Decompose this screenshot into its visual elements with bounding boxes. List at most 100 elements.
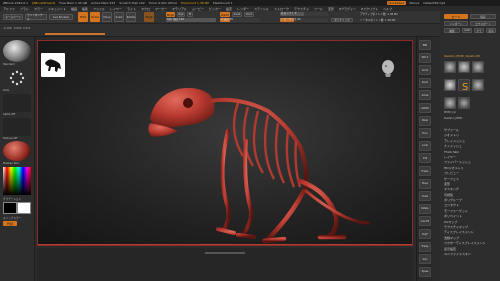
menu-item[interactable]: ヘルプ <box>383 7 392 11</box>
menu-item[interactable]: マテリアル <box>172 7 187 11</box>
menu-item[interactable]: 設定 <box>226 7 232 11</box>
menu-item[interactable]: ファイル <box>93 7 105 11</box>
export-button[interactable]: エクスポート <box>470 21 496 26</box>
bottom-shelf <box>37 248 413 281</box>
alpha-preview[interactable] <box>3 94 31 112</box>
tool-thumb-skeleton-2[interactable] <box>472 61 484 73</box>
mrgb-button[interactable]: Mrgb <box>166 12 175 17</box>
stroke-preview[interactable] <box>3 68 31 88</box>
shelf-icon-button[interactable]: Rotate <box>419 203 431 214</box>
shelf-icon-button[interactable]: SPix 3 <box>419 52 431 63</box>
menu-item[interactable]: ムービー <box>192 7 204 11</box>
shelf-icon-label: PolyF <box>422 232 428 236</box>
zcut-button[interactable]: Zcut <box>244 12 254 17</box>
menu-item[interactable]: Zプラグイン <box>339 7 356 11</box>
shelf-icon-button[interactable]: XYZ <box>419 153 431 164</box>
default-zscript[interactable]: DefaultZScript <box>423 1 445 5</box>
skeleton-model[interactable] <box>38 41 414 247</box>
tool-thumb-skeleton-3[interactable] <box>472 79 484 91</box>
m-button[interactable]: M <box>187 12 193 17</box>
menu-item[interactable]: レンダー <box>237 7 249 11</box>
menu-item[interactable]: カラー <box>34 7 43 11</box>
brush-preview[interactable] <box>3 40 31 62</box>
tool-thumb-z[interactable]: S <box>458 79 470 93</box>
live-boolean-button[interactable]: Live Boolean <box>49 14 73 20</box>
canvas-viewport[interactable] <box>37 40 413 246</box>
draw-button[interactable]: Draw <box>90 12 100 22</box>
menu-item[interactable]: ブラシ <box>20 7 29 11</box>
menus-toggle[interactable]: Menus <box>410 1 420 5</box>
menu-item[interactable]: テクスチャ <box>294 7 309 11</box>
shelf-icon-button[interactable]: Xpose <box>419 266 431 277</box>
move-button[interactable]: Move <box>102 12 112 22</box>
shelf-icon-button[interactable]: Persp <box>419 115 431 126</box>
rgb-button[interactable]: Rgb <box>177 12 185 17</box>
focal-shift-slider[interactable]: 焦点シフト 0 <box>280 12 328 16</box>
save-tool-button[interactable]: 保存 <box>470 14 496 19</box>
texture-preview[interactable] <box>3 118 31 136</box>
shelf-icon-button[interactable]: Actual <box>419 90 431 101</box>
import-button[interactable]: インポート <box>444 21 468 26</box>
tool-submenu-item[interactable]: ユニファイドスキン <box>444 252 499 257</box>
tool-thumb-simple[interactable] <box>458 61 470 73</box>
clone-button[interactable]: 複製 <box>444 28 460 33</box>
bottom-scroll-handle[interactable] <box>205 252 245 254</box>
shelf-icon-button[interactable]: BPR <box>419 40 431 50</box>
shelf-icon-button[interactable]: Solo <box>419 254 431 265</box>
menu-item[interactable]: マーカー <box>155 7 167 11</box>
menu-item[interactable]: アルファ <box>3 7 15 11</box>
scale-button[interactable]: Scale <box>114 12 124 22</box>
shelf-icon-button[interactable]: Line Fill <box>419 216 431 227</box>
color-picker[interactable] <box>3 167 31 195</box>
edit-button[interactable]: Edit <box>78 12 88 22</box>
menu-item[interactable]: レイヤー <box>110 7 122 11</box>
zsub-button[interactable]: Zsub <box>232 12 242 17</box>
rotate-button[interactable]: Rotate <box>126 12 136 22</box>
switch-color-label[interactable]: スイッチカラー <box>3 216 21 220</box>
alternate-button[interactable]: 代替 <box>3 221 17 226</box>
shelf-icon-button[interactable]: Transp <box>419 241 431 252</box>
main-color-swatch[interactable] <box>3 202 17 214</box>
rgb-intensity-slider[interactable]: Rgb 強度 100 <box>166 18 216 22</box>
quicksave-button[interactable]: QuickSave <box>386 1 406 5</box>
tool-thumb-skeleton[interactable] <box>444 61 456 73</box>
shelf-icon-button[interactable]: Floor <box>419 128 431 139</box>
tool-thumb-sphere[interactable] <box>444 79 456 91</box>
shelf-icon-button[interactable]: Local <box>419 140 431 151</box>
menu-item[interactable]: ツール <box>314 7 323 11</box>
menu-item[interactable]: ピッカー <box>209 7 221 11</box>
tool-thumb-cylinder[interactable] <box>444 97 456 109</box>
load-tool-button[interactable]: ロード <box>444 14 468 19</box>
shelf-icon-button[interactable]: Frame <box>419 166 431 176</box>
dynamic-button[interactable]: ダイナミック <box>331 18 353 22</box>
home-page-button[interactable]: ホームページ <box>3 14 23 20</box>
shelf-icon-button[interactable]: Scale <box>419 191 431 202</box>
stroke-label: Dots <box>3 89 9 92</box>
tool-thumb-skeleton-4[interactable] <box>458 97 470 109</box>
menu-item[interactable]: 変形 <box>328 7 334 11</box>
menu-item[interactable]: ドキュメント <box>48 7 66 11</box>
lightbox-button[interactable]: ライトボックス <box>25 14 47 21</box>
menu-item[interactable]: ステンシル <box>254 7 269 11</box>
all-button[interactable]: 全て <box>474 28 484 33</box>
secondary-color-swatch[interactable] <box>17 202 31 214</box>
shelf-icon-button[interactable]: PolyF <box>419 229 431 239</box>
shelf-icon-label: Scale <box>422 194 428 198</box>
shelf-icon-button[interactable]: Scroll <box>419 65 431 76</box>
menu-item[interactable]: 編集 <box>82 7 88 11</box>
zadd-button[interactable]: Zadd <box>220 12 230 17</box>
shelf-icon-button[interactable]: AAHalf <box>419 103 431 113</box>
menu-item[interactable]: ストローク <box>274 7 289 11</box>
z-intensity-slider[interactable]: Z 強度 25 <box>220 18 260 22</box>
material-swatch[interactable]: Mrgb <box>144 12 154 22</box>
material-preview[interactable] <box>3 141 31 161</box>
menu-item[interactable]: マクロ <box>141 7 150 11</box>
draw-size-slider[interactable]: ドローサイズ 64 <box>280 18 328 22</box>
goz-button[interactable]: GoZ <box>462 28 472 33</box>
menu-item[interactable]: Zスクリプト <box>361 7 378 11</box>
menu-item[interactable]: 描画 <box>71 7 77 11</box>
shelf-icon-button[interactable]: Move <box>419 178 431 189</box>
menu-item[interactable]: ライト <box>127 7 136 11</box>
visible-button[interactable]: 表示 <box>486 28 496 33</box>
shelf-icon-button[interactable]: Zoom <box>419 77 431 88</box>
